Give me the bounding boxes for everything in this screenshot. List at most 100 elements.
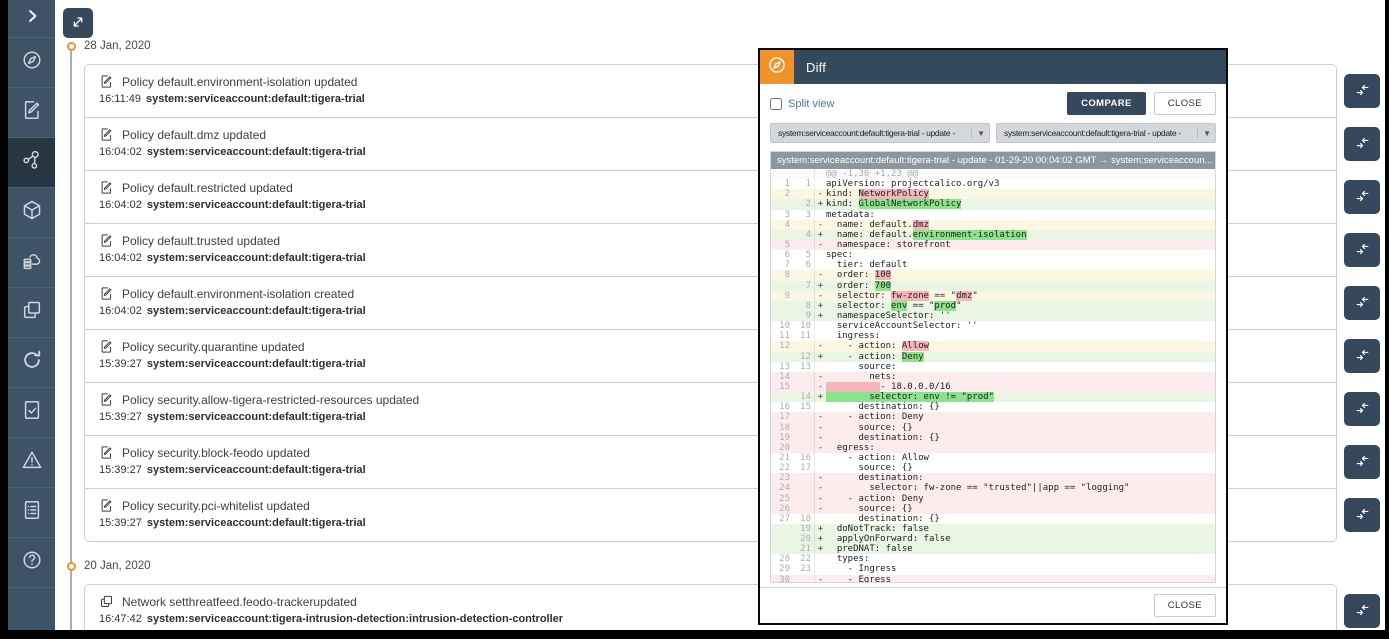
old-line-number: 4 [771, 220, 793, 230]
diff-line: 15- - 18.0.0.0/16 [771, 382, 1215, 392]
old-line-number: 21 [771, 453, 793, 463]
sidebar-item-alerts[interactable] [8, 438, 55, 488]
diff-line: 30- - Egress [771, 575, 1215, 583]
open-diff-button[interactable] [1344, 127, 1380, 161]
old-line-number: 9 [771, 291, 793, 301]
open-diff-button[interactable] [1344, 180, 1380, 214]
sidebar-expand-toggle[interactable] [8, 0, 55, 38]
event-account: system:serviceaccount:default:tigera-tri… [147, 199, 366, 211]
old-line-number: 15 [771, 382, 793, 392]
diff-marker: - [815, 341, 826, 351]
new-line-number [793, 189, 815, 199]
diff-line: 14- nets: [771, 372, 1215, 382]
diff-marker [815, 169, 826, 179]
diff-marker: + [815, 534, 826, 544]
compare-icon [1355, 137, 1370, 152]
edit-doc-icon [99, 286, 114, 301]
compare-icon [1355, 402, 1370, 417]
diff-marker: + [815, 301, 826, 311]
compare-icon [1355, 508, 1370, 523]
diff-marker: - [815, 504, 826, 514]
open-diff-button[interactable] [1344, 392, 1380, 426]
open-diff-button[interactable] [1344, 445, 1380, 479]
event-account: system:serviceaccount:default:tigera-tri… [147, 464, 366, 476]
sidebar-item-refresh[interactable] [8, 338, 55, 388]
diff-line: 2923 - Ingress [771, 564, 1215, 574]
diff-line: 9- selector: fw-zone == "dmz" [771, 291, 1215, 301]
new-line-number: 4 [793, 230, 815, 240]
diff-modal-header: Diff [760, 50, 1226, 84]
old-line-number: 17 [771, 412, 793, 422]
sidebar-item-storage[interactable] [8, 238, 55, 288]
expand-timeline-button[interactable] [63, 8, 93, 38]
compare-button[interactable]: COMPARE [1067, 92, 1146, 115]
diff-code: - action: Deny [826, 412, 1215, 422]
revision-selects: system:serviceaccount:default:tigera-tri… [770, 123, 1216, 143]
diff-modal-footer: CLOSE [760, 587, 1226, 623]
open-diff-button[interactable] [1344, 233, 1380, 267]
new-line-number [793, 473, 815, 483]
chevron-right-icon [23, 7, 41, 30]
diff-line: 24- selector: fw-zone == "trusted"||app … [771, 483, 1215, 493]
new-line-number [793, 412, 815, 422]
old-line-number: 28 [771, 554, 793, 564]
old-line-number [771, 311, 793, 321]
split-view-toggle[interactable]: Split view [770, 98, 834, 110]
diff-code: ingress: [826, 331, 1215, 341]
split-view-checkbox[interactable] [770, 98, 782, 110]
right-revision-select[interactable]: system:serviceaccount:default:tigera-tri… [996, 123, 1216, 143]
diff-line: 33metadata: [771, 210, 1215, 220]
close-button-footer[interactable]: CLOSE [1154, 594, 1216, 617]
edit-doc-icon [99, 445, 114, 460]
old-line-number: 30 [771, 575, 793, 583]
doc-list-icon [21, 499, 43, 526]
sidebar-item-copies[interactable] [8, 288, 55, 338]
sidebar-item-help[interactable] [8, 538, 55, 588]
open-diff-button[interactable] [1344, 498, 1380, 532]
event-title: Policy default.environment-isolation cre… [122, 287, 354, 301]
sidebar-item-logs[interactable] [8, 488, 55, 538]
old-line-number: 18 [771, 423, 793, 433]
sidebar-item-compliance[interactable] [8, 388, 55, 438]
old-line-number: 24 [771, 483, 793, 493]
diff-code: source: [826, 362, 1215, 372]
diff-code: source: {} [826, 463, 1215, 473]
new-line-number: 1 [793, 179, 815, 189]
open-diff-button[interactable] [1344, 339, 1380, 373]
open-diff-button[interactable] [1344, 286, 1380, 320]
sidebar-item-workloads[interactable] [8, 188, 55, 238]
diff-line: 19- destination: {} [771, 433, 1215, 443]
old-line-number [771, 169, 793, 179]
diff-code: kind: GlobalNetworkPolicy [826, 199, 1215, 209]
cloud-stack-icon [21, 249, 43, 276]
diff-marker: + [815, 544, 826, 554]
compare-icon [1355, 604, 1370, 619]
new-line-number: 12 [793, 352, 815, 362]
event-time: 15:39:27 [99, 358, 142, 370]
compare-icon [1355, 84, 1370, 99]
new-line-number: 3 [793, 210, 815, 220]
open-diff-button[interactable] [1344, 594, 1380, 628]
new-line-number: 17 [793, 463, 815, 473]
event-time: 16:04:02 [99, 146, 142, 158]
compass-icon [767, 55, 787, 80]
edit-doc-icon [99, 339, 114, 354]
new-line-number [793, 443, 815, 453]
diff-marker: - [815, 382, 826, 392]
close-button-top[interactable]: CLOSE [1154, 92, 1216, 115]
diff-line: 2-kind: NetworkPolicy [771, 189, 1215, 199]
sidebar-item-dashboard[interactable] [8, 38, 55, 88]
diff-marker [815, 463, 826, 473]
compare-icon [1355, 296, 1370, 311]
open-diff-button[interactable] [1344, 74, 1380, 108]
edit-doc-icon [21, 99, 43, 126]
sidebar-item-policies[interactable] [8, 88, 55, 138]
event-title: Policy security.block-feodo updated [122, 446, 310, 460]
event-account: system:serviceaccount:default:tigera-tri… [146, 93, 365, 105]
sidebar-item-network-graph[interactable] [8, 138, 55, 188]
sidebar [8, 0, 55, 630]
diff-marker: - [815, 372, 826, 382]
left-revision-select[interactable]: system:serviceaccount:default:tigera-tri… [770, 123, 990, 143]
new-line-number [793, 169, 815, 179]
event-account: system:serviceaccount:default:tigera-tri… [147, 411, 366, 423]
